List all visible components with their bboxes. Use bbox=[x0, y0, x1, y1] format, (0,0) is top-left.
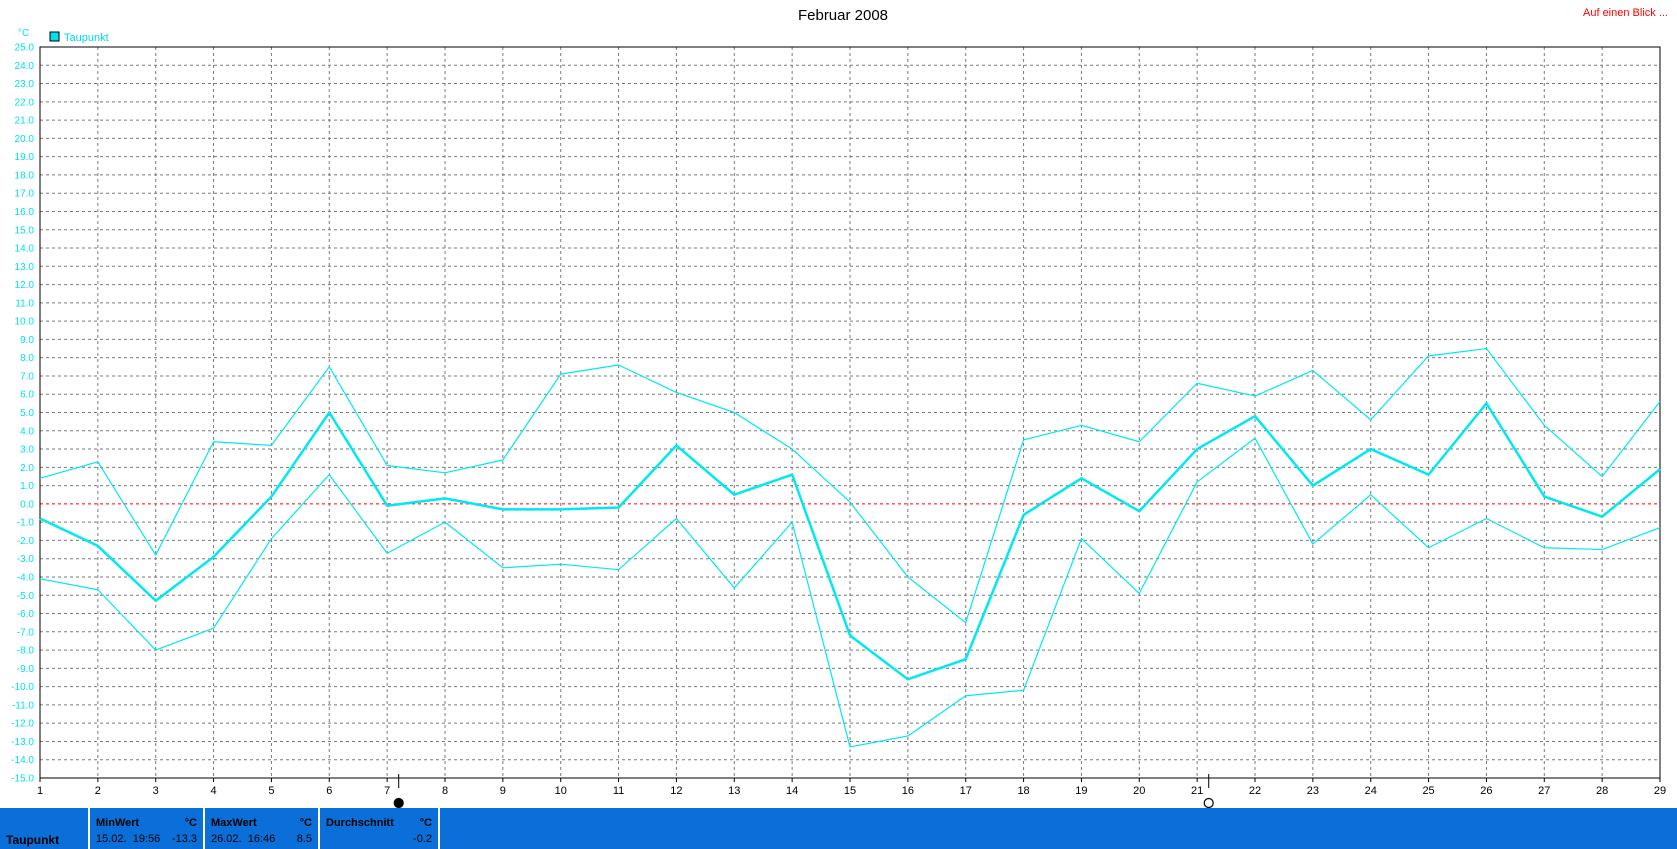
x-tick-label: 14 bbox=[786, 785, 798, 797]
dewpoint-chart: Februar 2008 Auf einen Blick ... °C Taup… bbox=[11, 7, 1668, 808]
y-tick-label: 11.0 bbox=[15, 298, 34, 309]
x-tick-label: 11 bbox=[613, 785, 624, 797]
y-tick-label: 20.0 bbox=[15, 134, 35, 145]
y-tick-label: 25.0 bbox=[15, 43, 35, 54]
y-tick-label: 0.0 bbox=[20, 499, 34, 510]
y-axis-unit: °C bbox=[18, 28, 29, 39]
x-tick-label: 21 bbox=[1191, 785, 1203, 797]
x-tick-label: 6 bbox=[326, 785, 332, 797]
avg-header: Durchschnitt bbox=[326, 817, 394, 829]
x-tick-label: 8 bbox=[442, 785, 448, 797]
full-moon-icon bbox=[1203, 797, 1214, 808]
y-tick-label: 6.0 bbox=[20, 390, 34, 401]
x-tick-label: 2 bbox=[95, 785, 101, 797]
min-value: -13.3 bbox=[171, 833, 197, 845]
statistics-bar: Taupunkt MinWert °C 15.02. 19:56 -13.3 M… bbox=[0, 808, 1677, 849]
y-tick-label: 15.0 bbox=[15, 225, 35, 236]
x-tick-label: 28 bbox=[1596, 785, 1608, 797]
x-tick-label: 5 bbox=[268, 785, 274, 797]
x-tick-label: 3 bbox=[153, 785, 159, 797]
x-tick-label: 17 bbox=[960, 785, 972, 797]
y-tick-label: 1.0 bbox=[20, 481, 34, 492]
y-tick-label: -10.0 bbox=[11, 682, 34, 693]
y-tick-label: -6.0 bbox=[17, 609, 35, 620]
y-tick-label: -5.0 bbox=[17, 591, 35, 602]
x-tick-label: 15 bbox=[844, 785, 856, 797]
y-tick-label: 8.0 bbox=[20, 353, 34, 364]
y-tick-label: -1.0 bbox=[17, 518, 35, 529]
min-unit: °C bbox=[184, 817, 197, 829]
y-tick-label: 7.0 bbox=[20, 371, 34, 382]
min-timestamp: 15.02. 19:56 bbox=[96, 833, 161, 845]
y-tick-label: 21.0 bbox=[15, 116, 35, 127]
x-tick-label: 19 bbox=[1075, 785, 1087, 797]
y-tick-label: -12.0 bbox=[11, 719, 34, 730]
x-tick-label: 10 bbox=[555, 785, 567, 797]
x-tick-label: 23 bbox=[1307, 785, 1319, 797]
y-tick-label: 2.0 bbox=[20, 463, 34, 474]
stats-max-cell: MaxWert °C 26.02. 16:46 8.5 bbox=[205, 808, 320, 849]
y-tick-label: -11.0 bbox=[12, 700, 34, 711]
legend-swatch bbox=[49, 31, 60, 42]
y-tick-label: -8.0 bbox=[17, 646, 35, 657]
x-tick-label: 16 bbox=[902, 785, 914, 797]
plot-area: -15.0 -14.0 -13.0 -12.0 -11.0 -10.0 -9.0 -8.0 -7… bbox=[11, 43, 1666, 808]
y-tick-label: 12.0 bbox=[15, 280, 35, 291]
x-tick-label: 18 bbox=[1017, 785, 1029, 797]
x-tick-label: 4 bbox=[211, 785, 217, 797]
avg-value: -0.2 bbox=[413, 833, 432, 845]
legend-label: Taupunkt bbox=[64, 32, 109, 44]
y-tick-label: -15.0 bbox=[11, 774, 34, 785]
y-tick-label: 23.0 bbox=[15, 79, 35, 90]
y-tick-label: 13.0 bbox=[15, 262, 35, 273]
stats-series-label: Taupunkt bbox=[6, 833, 60, 847]
y-tick-label: 9.0 bbox=[20, 335, 34, 346]
y-tick-label: 17.0 bbox=[15, 189, 35, 200]
x-tick-label: 13 bbox=[728, 785, 740, 797]
y-tick-label: -4.0 bbox=[17, 572, 35, 583]
x-tick-label: 27 bbox=[1538, 785, 1550, 797]
x-tick-label: 29 bbox=[1654, 785, 1666, 797]
stats-avg-cell: Durchschnitt °C -0.2 bbox=[320, 808, 440, 849]
x-tick-label: 1 bbox=[37, 785, 43, 797]
avg-unit: °C bbox=[419, 817, 432, 829]
y-tick-label: -14.0 bbox=[11, 755, 34, 766]
max-value: 8.5 bbox=[296, 833, 312, 845]
y-tick-label: 24.0 bbox=[15, 61, 35, 72]
y-tick-label: 19.0 bbox=[15, 152, 35, 163]
min-header: MinWert bbox=[96, 817, 140, 829]
max-unit: °C bbox=[299, 817, 312, 829]
x-tick-label: 12 bbox=[670, 785, 682, 797]
x-tick-label: 25 bbox=[1422, 785, 1434, 797]
y-tick-label: 10.0 bbox=[15, 317, 35, 328]
x-tick-label: 24 bbox=[1365, 785, 1377, 797]
x-tick-label: 20 bbox=[1133, 785, 1145, 797]
chart-title: Februar 2008 bbox=[798, 7, 888, 24]
stats-min-cell: MinWert °C 15.02. 19:56 -13.3 bbox=[90, 808, 205, 849]
max-timestamp: 26.02. 16:46 bbox=[211, 833, 276, 845]
y-tick-label: 16.0 bbox=[15, 207, 35, 218]
x-tick-label: 7 bbox=[384, 785, 390, 797]
x-tick-label: 9 bbox=[500, 785, 506, 797]
y-tick-label: 4.0 bbox=[20, 426, 34, 437]
y-tick-label: 14.0 bbox=[15, 244, 35, 255]
stats-series-cell: Taupunkt bbox=[0, 808, 90, 849]
y-tick-label: -3.0 bbox=[17, 554, 35, 565]
x-tick-label: 22 bbox=[1249, 785, 1261, 797]
y-tick-label: -2.0 bbox=[17, 536, 35, 547]
y-tick-label: -7.0 bbox=[17, 627, 35, 638]
series-line-min bbox=[39, 437, 1661, 748]
x-tick-label: 26 bbox=[1480, 785, 1492, 797]
y-tick-label: -13.0 bbox=[11, 737, 34, 748]
overview-link[interactable]: Auf einen Blick ... bbox=[1583, 7, 1668, 19]
y-tick-label: 3.0 bbox=[20, 445, 34, 456]
y-tick-label: 22.0 bbox=[15, 97, 35, 108]
y-tick-label: 18.0 bbox=[15, 170, 35, 181]
y-tick-label: -9.0 bbox=[17, 664, 35, 675]
new-moon-icon bbox=[393, 797, 404, 808]
y-tick-label: 5.0 bbox=[20, 408, 34, 419]
max-header: MaxWert bbox=[211, 817, 257, 829]
